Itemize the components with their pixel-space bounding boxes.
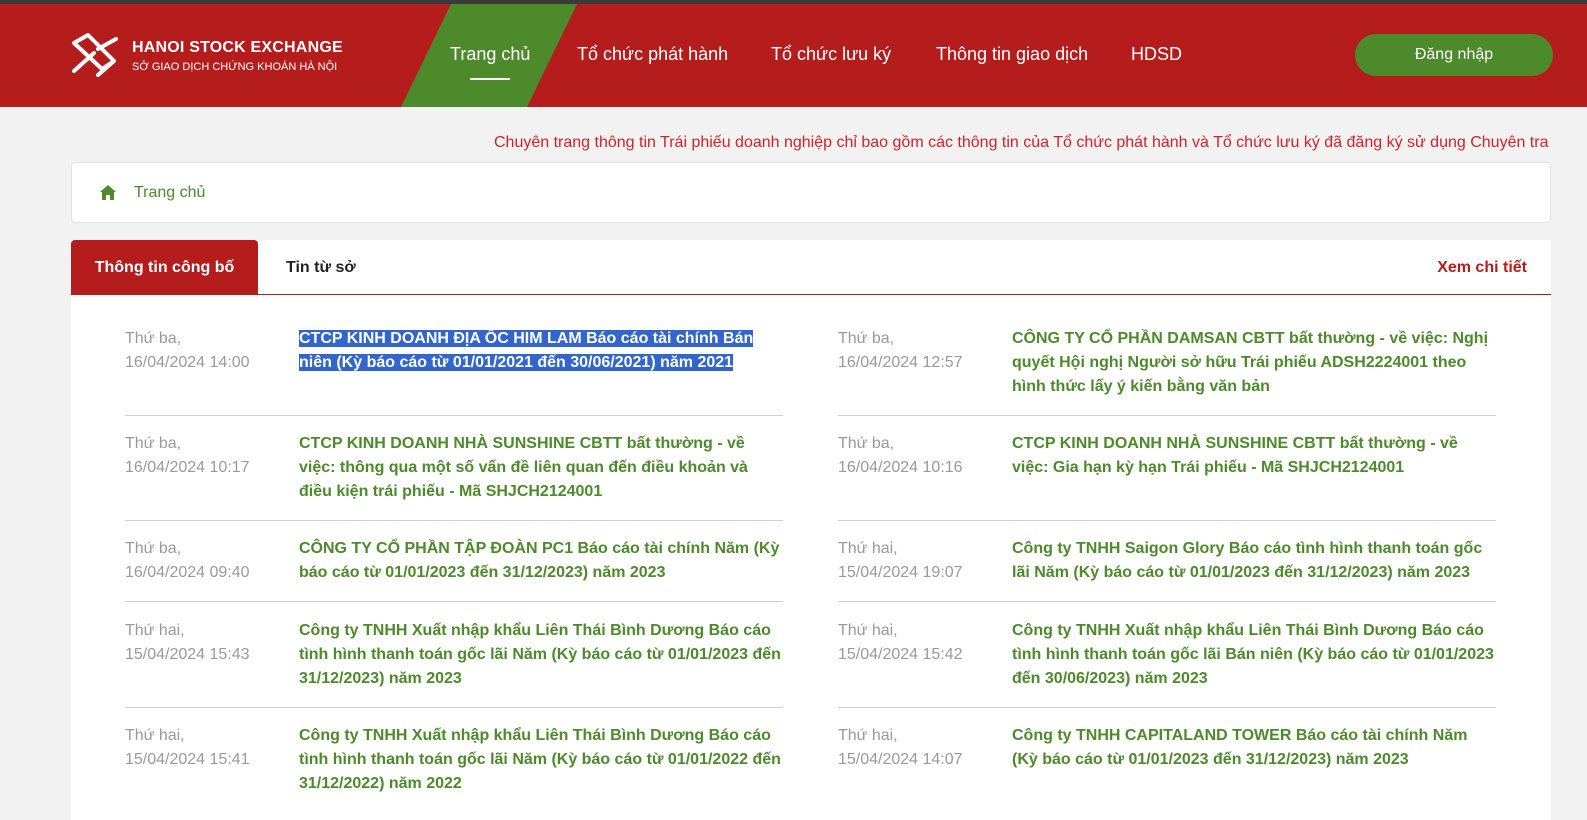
news-title-line: Công ty TNHH Xuất nhập khẩu Liên Thái Bì… (1012, 622, 1484, 639)
hnx-logo-icon (72, 33, 118, 77)
news-panel: Thông tin công bố Tin từ sở Xem chi tiết… (71, 240, 1551, 820)
news-title-link[interactable]: Công ty TNHH Xuất nhập khẩu Liên Thái Bì… (1012, 619, 1498, 691)
home-icon[interactable] (99, 184, 117, 201)
news-weekday: Thứ ba, (125, 540, 182, 557)
news-separator (125, 520, 783, 521)
view-detail-link[interactable]: Xem chi tiết (1437, 240, 1527, 295)
news-weekday: Thứ ba, (125, 435, 182, 452)
news-title-link[interactable]: Công ty TNHH Xuất nhập khẩu Liên Thái Bì… (299, 724, 785, 796)
news-date: Thứ hai, 15/04/2024 15:41 (125, 724, 285, 772)
login-button[interactable]: Đăng nhập (1355, 34, 1553, 76)
tab-exchange-news[interactable]: Tin từ sở (286, 240, 356, 295)
news-date: Thứ hai, 15/04/2024 19:07 (838, 537, 998, 585)
news-title-line: Công ty TNHH Xuất nhập khẩu Liên Thái Bì… (299, 727, 771, 744)
news-title-line: việc: thông qua một số vấn đề liên quan … (299, 459, 748, 476)
news-date: Thứ ba, 16/04/2024 12:57 (838, 327, 998, 375)
site-header: HANOI STOCK EXCHANGE SỞ GIAO DỊCH CHỨNG … (0, 4, 1587, 107)
news-title-line: tình hình thanh toán gốc lãi Năm (Kỳ báo… (299, 646, 781, 663)
news-separator (838, 707, 1496, 708)
news-title-line: hình thức lấy ý kiến bằng văn bản (1012, 378, 1270, 395)
nav-active-underline (470, 78, 510, 80)
news-datetime: 15/04/2024 15:41 (125, 751, 250, 768)
nav-issuers[interactable]: Tổ chức phát hành (577, 44, 728, 65)
news-title-line: niên (Kỳ báo cáo từ 01/01/2021 đến 30/06… (299, 354, 734, 371)
news-weekday: Thứ hai, (838, 622, 898, 639)
news-title-line: CÔNG TY CỔ PHẦN DAMSAN CBTT bất thường -… (1012, 330, 1489, 347)
breadcrumb-home[interactable]: Trang chủ (134, 184, 205, 202)
marquee-notice: Chuyên trang thông tin Trái phiếu doanh … (494, 134, 1549, 151)
news-title-line: CTCP KINH DOANH NHÀ SUNSHINE CBTT bất th… (299, 435, 745, 452)
news-datetime: 16/04/2024 12:57 (838, 354, 963, 371)
nav-user-guide[interactable]: HDSD (1131, 44, 1182, 65)
news-date: Thứ hai, 15/04/2024 15:43 (125, 619, 285, 667)
news-weekday: Thứ hai, (838, 727, 898, 744)
news-title-link[interactable]: CÔNG TY CỔ PHẦN DAMSAN CBTT bất thường -… (1012, 327, 1498, 399)
nav-trading-info[interactable]: Thông tin giao dịch (936, 44, 1088, 65)
news-date: Thứ hai, 15/04/2024 15:42 (838, 619, 998, 667)
news-title-line: CÔNG TY CỔ PHẦN TẬP ĐOÀN PC1 Báo cáo tài… (299, 540, 780, 557)
news-datetime: 16/04/2024 10:17 (125, 459, 250, 476)
news-title-line: tình hình thanh toán gốc lãi Năm (Kỳ báo… (299, 751, 781, 768)
news-date: Thứ ba, 16/04/2024 10:17 (125, 432, 285, 480)
news-title-link[interactable]: Công ty TNHH Xuất nhập khẩu Liên Thái Bì… (299, 619, 785, 691)
news-weekday: Thứ hai, (125, 727, 185, 744)
breadcrumb: Trang chủ (71, 162, 1551, 223)
news-title-link[interactable]: Công ty TNHH CAPITALAND TOWER Báo cáo tà… (1012, 724, 1498, 772)
news-datetime: 15/04/2024 14:07 (838, 751, 963, 768)
news-weekday: Thứ hai, (838, 540, 898, 557)
news-date: Thứ ba, 16/04/2024 14:00 (125, 327, 285, 375)
news-title-line: đến 30/06/2023) năm 2023 (1012, 670, 1208, 687)
news-title-line: điều kiện trái phiếu - Mã SHJCH2124001 (299, 483, 603, 500)
news-title-line: 31/12/2023) năm 2023 (299, 670, 462, 687)
news-title-line: quyết Hội nghị Người sở hữu Trái phiếu A… (1012, 354, 1467, 371)
tab-announcements[interactable]: Thông tin công bố (71, 240, 258, 295)
news-title-line: Công ty TNHH CAPITALAND TOWER Báo cáo tà… (1012, 727, 1468, 744)
news-title-line: 31/12/2022) năm 2022 (299, 775, 462, 792)
news-title-line: CTCP KINH DOANH NHÀ SUNSHINE CBTT bất th… (1012, 435, 1458, 452)
news-title-line: Công ty TNHH Saigon Glory Báo cáo tình h… (1012, 540, 1483, 557)
news-datetime: 15/04/2024 15:42 (838, 646, 963, 663)
brand-name: HANOI STOCK EXCHANGE (132, 39, 343, 56)
news-separator (125, 601, 783, 602)
news-separator (838, 415, 1496, 416)
news-title-link[interactable]: CTCP KINH DOANH ĐỊA ỐC HIM LAM Báo cáo t… (299, 327, 785, 375)
hnx-logo[interactable]: HANOI STOCK EXCHANGE SỞ GIAO DỊCH CHỨNG … (68, 31, 368, 81)
news-title-line: CTCP KINH DOANH ĐỊA ỐC HIM LAM Báo cáo t… (299, 330, 754, 347)
news-datetime: 16/04/2024 09:40 (125, 564, 250, 581)
news-separator (125, 707, 783, 708)
news-datetime: 16/04/2024 14:00 (125, 354, 250, 371)
news-title-line: tình hình thanh toán gốc lãi Bán niên (K… (1012, 646, 1494, 663)
news-title-line: (Kỳ báo cáo từ 01/01/2023 đến 31/12/2023… (1012, 751, 1409, 768)
news-weekday: Thứ hai, (125, 622, 185, 639)
tabs-divider (71, 294, 1551, 295)
news-separator (125, 415, 783, 416)
news-datetime: 16/04/2024 10:16 (838, 459, 963, 476)
news-title-line: việc: Gia hạn kỳ hạn Trái phiếu - Mã SHJ… (1012, 459, 1405, 476)
news-title-link[interactable]: CTCP KINH DOANH NHÀ SUNSHINE CBTT bất th… (299, 432, 785, 504)
news-date: Thứ ba, 16/04/2024 10:16 (838, 432, 998, 480)
news-separator (838, 520, 1496, 521)
news-datetime: 15/04/2024 19:07 (838, 564, 963, 581)
news-title-line: lãi Năm (Kỳ báo cáo từ 01/01/2023 đến 31… (1012, 564, 1471, 581)
news-weekday: Thứ ba, (838, 435, 895, 452)
news-title-line: báo cáo từ 01/01/2023 đến 31/12/2023) nă… (299, 564, 666, 581)
brand-subtitle: SỞ GIAO DỊCH CHỨNG KHOÁN HÀ NỘI (132, 61, 338, 73)
news-weekday: Thứ ba, (838, 330, 895, 347)
news-title-link[interactable]: Công ty TNHH Saigon Glory Báo cáo tình h… (1012, 537, 1498, 585)
news-date: Thứ hai, 15/04/2024 14:07 (838, 724, 998, 772)
nav-custodians[interactable]: Tổ chức lưu ký (771, 44, 891, 65)
news-title-link[interactable]: CTCP KINH DOANH NHÀ SUNSHINE CBTT bất th… (1012, 432, 1498, 480)
news-date: Thứ ba, 16/04/2024 09:40 (125, 537, 285, 585)
news-title-line: Công ty TNHH Xuất nhập khẩu Liên Thái Bì… (299, 622, 771, 639)
news-title-link[interactable]: CÔNG TY CỔ PHẦN TẬP ĐOÀN PC1 Báo cáo tài… (299, 537, 785, 585)
news-weekday: Thứ ba, (125, 330, 182, 347)
news-datetime: 15/04/2024 15:43 (125, 646, 250, 663)
news-separator (838, 601, 1496, 602)
nav-home[interactable]: Trang chủ (450, 44, 530, 65)
